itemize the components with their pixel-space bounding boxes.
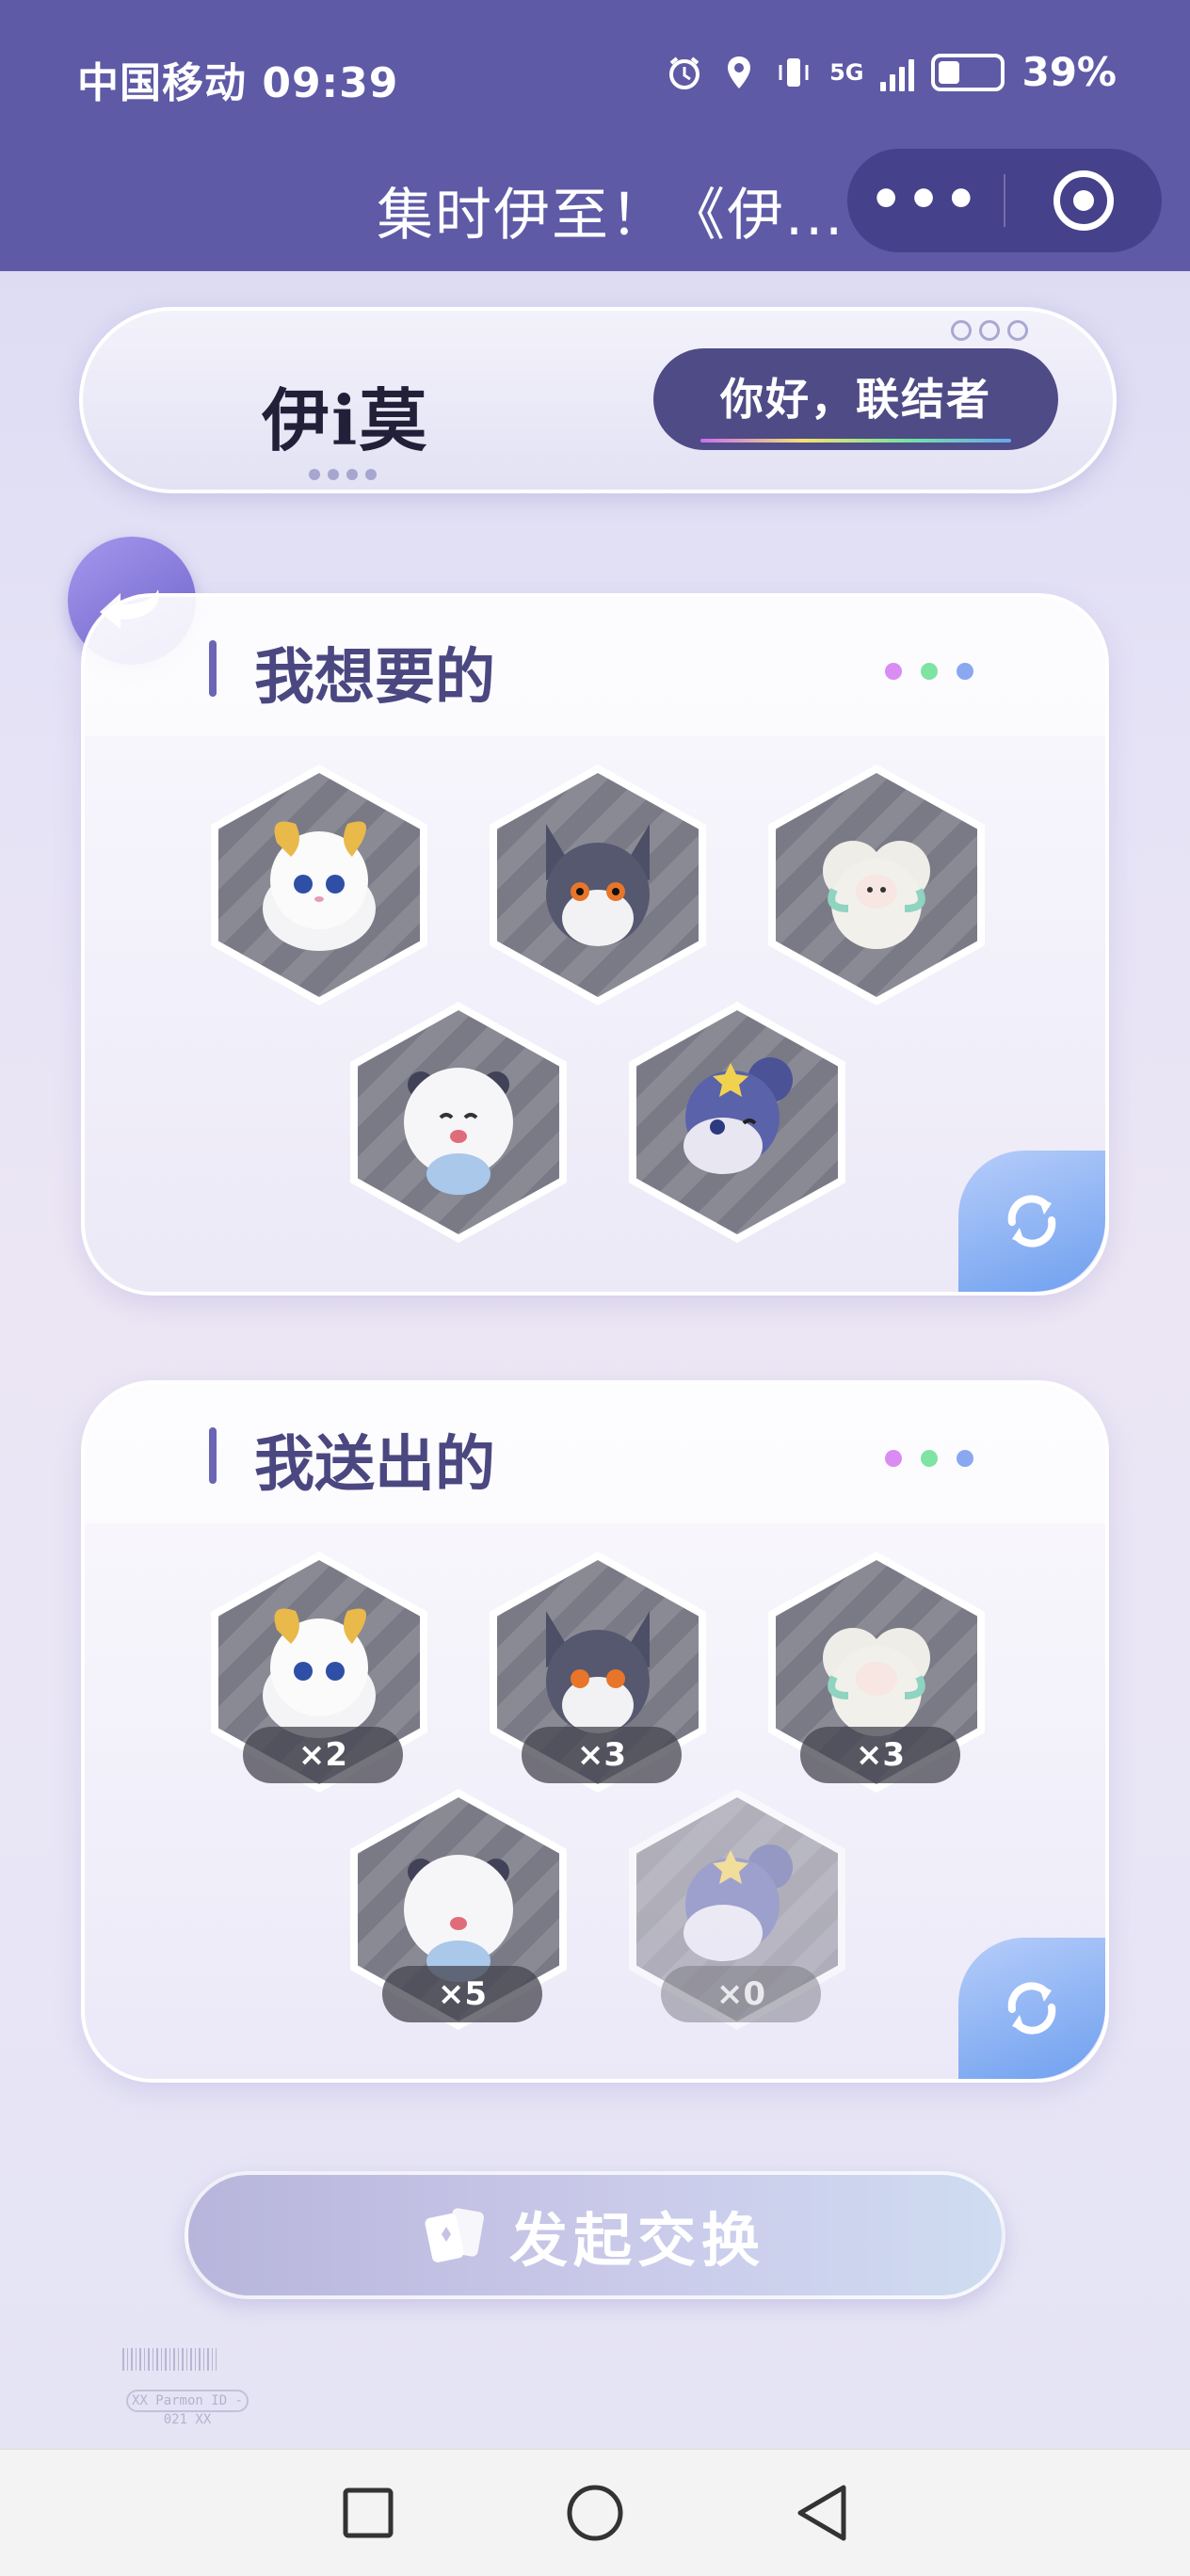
title-accent (209, 640, 217, 697)
give-card: 我送出的 ×2 ×3 ×3 ×5 ×0 (81, 1380, 1109, 2083)
want-pet-gray-fox[interactable] (490, 765, 706, 1006)
more-button[interactable]: ••• (847, 149, 1004, 252)
home-button[interactable] (553, 2471, 637, 2555)
brand-logo: 伊i莫 (262, 380, 429, 460)
golden-fluffy-pet-icon (263, 821, 376, 951)
want-card-dots (885, 663, 973, 680)
system-nav-bar (0, 2448, 1190, 2576)
want-pet-golden-fluffy[interactable] (211, 765, 427, 1006)
want-pet-white-seal[interactable] (350, 1002, 567, 1243)
give-count-gray-fox: ×3 (522, 1727, 682, 1783)
miniprogram-capsule: ••• (847, 149, 1162, 252)
square-icon (343, 2487, 394, 2538)
triangle-back-icon (797, 2485, 846, 2541)
brand-mini-icons (951, 320, 1028, 341)
target-icon (1053, 170, 1114, 231)
page-title: 集时伊至！《伊... (377, 183, 845, 249)
brand-bar: 伊i莫 你好，联结者 (79, 307, 1117, 493)
close-button[interactable] (1005, 170, 1162, 231)
cloud-sheep-pet-icon (823, 841, 930, 949)
want-pet-cloud-sheep[interactable] (768, 765, 985, 1006)
blue-star-mouse-pet-icon (683, 1057, 793, 1174)
brand-dots (309, 469, 377, 480)
start-exchange-button[interactable]: 发起交换 (185, 2171, 1005, 2299)
vibrate-icon (779, 57, 809, 87)
give-count-cloud-sheep: ×3 (800, 1727, 960, 1783)
circle-icon (567, 2485, 623, 2541)
give-refresh-button[interactable] (958, 1938, 1105, 2079)
footer-id-tag: XX Parmon ID - 021 XX (126, 2390, 249, 2427)
battery-icon (931, 53, 1005, 91)
want-pet-blue-star-mouse[interactable] (629, 1002, 845, 1243)
white-seal-pet-icon (404, 1068, 513, 1195)
give-card-title: 我送出的 (254, 1430, 495, 1500)
signal-icon (880, 54, 915, 91)
carrier-name: 中国移动 (77, 59, 247, 107)
network-type: 5G (829, 58, 864, 86)
top-bar: 中国移动 09:39 5G 39% 集时伊至！《伊... ••• (0, 0, 1190, 271)
give-count-white-seal: ×5 (382, 1966, 542, 2022)
title-accent (209, 1427, 217, 1484)
want-card: 我想要的 (81, 593, 1109, 1296)
give-card-dots (885, 1450, 973, 1467)
want-refresh-button[interactable] (958, 1151, 1105, 1292)
recent-apps-button[interactable] (326, 2471, 410, 2555)
cards-icon (425, 2208, 484, 2262)
refresh-icon (1007, 1982, 1056, 2035)
status-icons: 5G 39% (666, 49, 1117, 95)
battery-level: 39% (1021, 49, 1117, 95)
gray-fox-pet-icon (546, 824, 650, 946)
back-nav-button[interactable] (780, 2471, 864, 2555)
status-carrier-time: 中国移动 09:39 (77, 49, 398, 109)
start-exchange-label: 发起交换 (508, 2206, 765, 2275)
location-icon (728, 56, 751, 89)
clock: 09:39 (262, 59, 399, 107)
give-count-blue-star-mouse: ×0 (661, 1966, 821, 2022)
greeting-pill[interactable]: 你好，联结者 (653, 348, 1058, 450)
want-card-title: 我想要的 (254, 643, 495, 713)
barcode-decoration (122, 2348, 217, 2371)
give-count-golden-fluffy: ×2 (243, 1727, 403, 1783)
status-bar: 中国移动 09:39 5G 39% (0, 0, 1190, 151)
refresh-icon (1007, 1195, 1056, 1248)
alarm-icon (669, 56, 700, 89)
